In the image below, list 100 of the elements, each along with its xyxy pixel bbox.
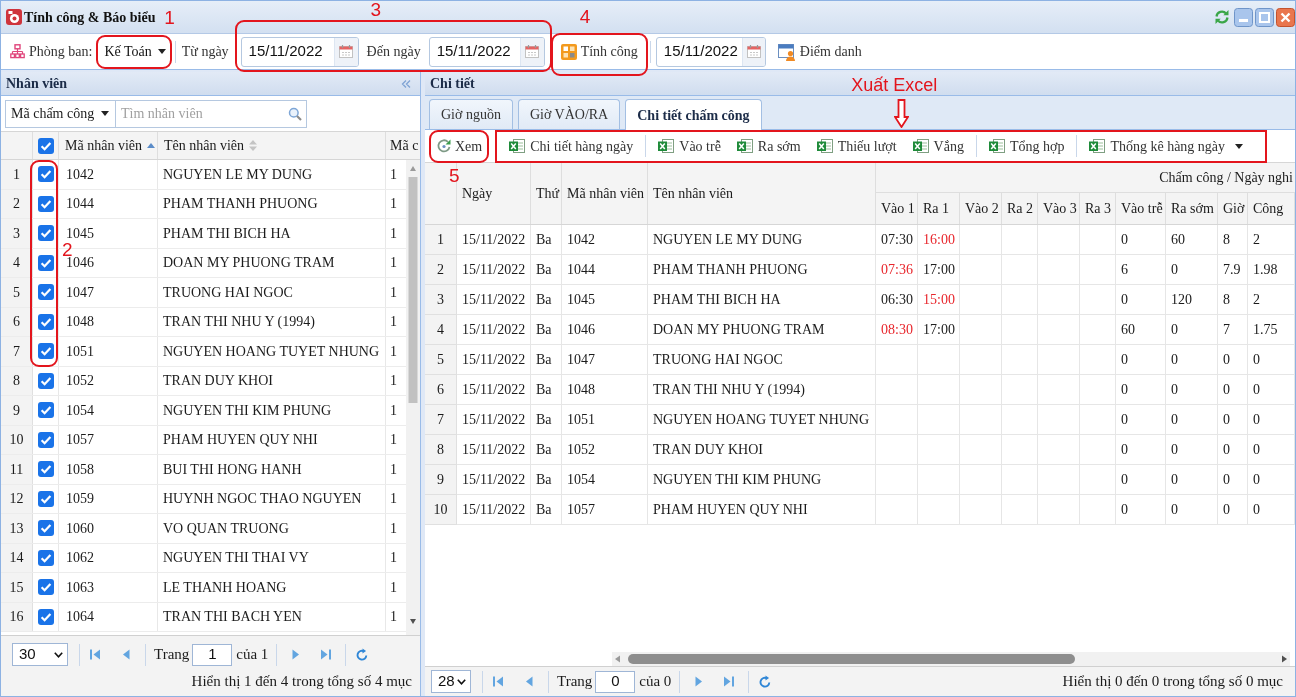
export-button[interactable]: Chi tiết hàng ngày: [505, 134, 638, 158]
view-button[interactable]: Xem: [435, 134, 484, 158]
checkbox[interactable]: [37, 490, 54, 507]
column-header[interactable]: Vào 3: [1043, 198, 1077, 219]
caret-icon: [101, 111, 109, 116]
spreadsheet-icon: [736, 138, 753, 154]
checkbox[interactable]: [37, 461, 54, 478]
calendar-icon[interactable]: [339, 45, 354, 58]
table-cell: [876, 465, 918, 495]
column-header[interactable]: Giờ: [1223, 198, 1245, 219]
checkbox[interactable]: [37, 195, 54, 212]
checkbox[interactable]: [37, 284, 54, 301]
table-cell: 0: [1218, 465, 1248, 495]
checkbox[interactable]: [37, 137, 54, 154]
refresh-icon: [436, 138, 452, 154]
checkbox[interactable]: [37, 402, 54, 419]
panel-title: Nhân viên: [6, 75, 68, 93]
table-cell: 15/11/2022: [457, 345, 531, 375]
column-header[interactable]: Ra 1: [923, 198, 950, 219]
column-header[interactable]: Mã nhân viên: [567, 183, 644, 204]
filter-dropdown[interactable]: Mã chấm công: [5, 99, 116, 128]
search-icon[interactable]: [287, 106, 302, 121]
attendance-button[interactable]: Điểm danh: [774, 38, 865, 65]
refresh-icon[interactable]: [1214, 9, 1230, 25]
vertical-scrollbar[interactable]: [406, 160, 420, 635]
table-cell: 1045: [562, 285, 648, 315]
column-header[interactable]: Mã c: [390, 135, 419, 156]
checkbox[interactable]: [37, 549, 54, 566]
column-header[interactable]: Thứ: [536, 183, 560, 204]
export-button[interactable]: Vắng: [908, 134, 968, 158]
column-header[interactable]: Vào trễ: [1121, 198, 1163, 219]
table-cell: [1038, 465, 1080, 495]
department-dropdown[interactable]: Kế Toán: [101, 39, 169, 64]
search-field[interactable]: Tìm nhân viên: [116, 99, 283, 128]
collapse-icon[interactable]: [401, 79, 411, 88]
table-cell: [960, 465, 1002, 495]
table-cell: 1048: [59, 307, 158, 336]
table-cell: 1054: [59, 396, 158, 425]
checkbox[interactable]: [37, 608, 54, 625]
table-cell: 15/11/2022: [457, 315, 531, 345]
page-label: Trang: [154, 645, 190, 665]
maximize-icon[interactable]: [1255, 7, 1274, 27]
date-field[interactable]: 15/11/2022: [428, 36, 545, 67]
column-header[interactable]: Ra sớm: [1171, 198, 1214, 219]
checkbox[interactable]: [37, 313, 54, 330]
checkbox[interactable]: [37, 520, 54, 537]
last-page-icon[interactable]: [320, 648, 333, 661]
table-cell: LE THANH HOANG: [158, 573, 386, 602]
calendar-icon[interactable]: [746, 45, 761, 58]
first-page-icon[interactable]: [89, 648, 101, 661]
tab[interactable]: Giờ nguồn: [429, 99, 513, 129]
column-header[interactable]: Vào 1: [881, 198, 915, 219]
last-page-icon[interactable]: [723, 675, 736, 688]
row-number: 10: [425, 495, 457, 525]
checkbox[interactable]: [37, 343, 54, 360]
close-icon[interactable]: [1276, 7, 1295, 27]
refresh-icon[interactable]: [759, 675, 772, 688]
calculate-button[interactable]: Tính công: [556, 38, 642, 65]
minimize-icon[interactable]: [1234, 7, 1253, 27]
export-button[interactable]: Thống kê hàng ngày: [1085, 134, 1248, 158]
calendar-icon[interactable]: [525, 45, 540, 58]
checkbox[interactable]: [37, 166, 54, 183]
row-number: 5: [1, 278, 33, 307]
checkbox[interactable]: [37, 372, 54, 389]
refresh-icon[interactable]: [356, 648, 369, 661]
checkbox[interactable]: [37, 431, 54, 448]
table-cell: [1038, 255, 1080, 285]
sort-ascending-icon[interactable]: [147, 143, 155, 148]
checkbox[interactable]: [37, 225, 54, 242]
tab[interactable]: Giờ VÀO/RA: [517, 99, 621, 129]
previous-page-icon[interactable]: [523, 675, 535, 688]
column-header[interactable]: Tên nhân viên: [653, 183, 734, 204]
page-field[interactable]: 0: [595, 670, 636, 693]
column-header[interactable]: Vào 2: [965, 198, 999, 219]
checkbox[interactable]: [37, 579, 54, 596]
table-cell-text: 1: [389, 195, 398, 214]
page-size-select[interactable]: 28: [431, 670, 471, 693]
tab[interactable]: Chi tiết chấm công: [625, 99, 762, 130]
column-header[interactable]: Ngày: [462, 183, 493, 204]
table-cell: Ba: [531, 345, 562, 375]
export-button[interactable]: Thiếu lượt: [812, 134, 901, 158]
export-button[interactable]: Ra sớm: [732, 134, 805, 158]
export-button[interactable]: Vào trễ: [654, 134, 725, 158]
column-header[interactable]: Mã nhân viên: [65, 135, 142, 156]
previous-page-icon[interactable]: [120, 648, 132, 661]
column-header[interactable]: Tên nhân viên: [164, 135, 245, 156]
column-header[interactable]: Công: [1253, 198, 1284, 219]
table-cell-text: 1: [389, 549, 398, 568]
checkbox[interactable]: [37, 254, 54, 271]
row-number: 1: [425, 225, 457, 255]
export-button[interactable]: Tổng hợp: [984, 134, 1069, 158]
first-page-icon[interactable]: [492, 675, 504, 688]
table-cell: PHAM THANH PHUONG: [158, 189, 386, 218]
date-field[interactable]: 15/11/2022: [240, 36, 359, 67]
page-size-select[interactable]: 30: [12, 643, 68, 666]
horizontal-scrollbar[interactable]: [612, 651, 1290, 666]
date-field[interactable]: 15/11/2022: [655, 36, 766, 67]
column-header[interactable]: Ra 3: [1085, 198, 1112, 219]
page-field[interactable]: 1: [192, 643, 233, 666]
column-header[interactable]: Ra 2: [1007, 198, 1034, 219]
